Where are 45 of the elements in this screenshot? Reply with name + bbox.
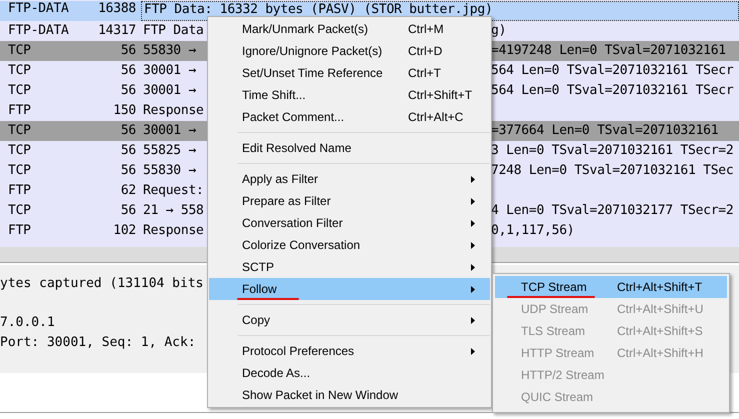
length-cell-text: 56 xyxy=(120,42,136,60)
protocol-cell-text: TCP xyxy=(7,82,32,100)
info-cell-text: g) xyxy=(491,22,506,40)
info-cell: 21 → 558 xyxy=(143,203,204,218)
length-cell-text: 62 xyxy=(120,182,136,200)
protocol-cell-text: TCP xyxy=(7,42,32,60)
info-cell: 30001 → xyxy=(143,83,196,98)
length-cell-text: 56 xyxy=(120,142,136,160)
info-cell-text: =4197248 Len=0 TSval=2071032161 xyxy=(491,42,726,60)
length-cell-text: 56 xyxy=(120,82,136,100)
info-cell-text: 564 Len=0 TSval=2071032161 TSecr xyxy=(491,82,734,100)
info-cell-text: Response xyxy=(143,102,204,120)
protocol-cell-text: FTP-DATA xyxy=(7,1,70,16)
protocol-cell-text: TCP xyxy=(7,202,32,220)
protocol-cell-text: FTP xyxy=(7,222,32,240)
protocol-cell-text: FTP xyxy=(7,102,32,120)
info-cell: FTP Data xyxy=(143,23,204,38)
info-cell-text: 564 Len=0 TSval=2071032161 TSecr xyxy=(491,62,734,80)
protocol-cell-text: FTP xyxy=(7,182,32,200)
length-cell-text: 56 xyxy=(120,202,136,220)
info-cell: 55825 → xyxy=(143,143,196,158)
length-cell-text: 16388 xyxy=(97,1,136,16)
info-cell-text: =377664 Len=0 TSval=2071032161 xyxy=(491,122,718,140)
protocol-cell-text: TCP xyxy=(7,62,32,80)
info-cell: 30001 → xyxy=(143,63,196,78)
info-cell: FTP Data: 16332 bytes (PASV) (STOR butter.jpg) xyxy=(144,2,493,17)
protocol-cell-text: TCP xyxy=(7,142,32,160)
info-cell-text: 4 Len=0 TSval=2071032177 TSecr=2 xyxy=(491,202,734,220)
info-cell: 55830 → xyxy=(143,43,196,58)
length-cell-text: 14317 xyxy=(97,22,136,40)
protocol-cell-text: TCP xyxy=(7,162,32,180)
info-cell-text: 0,1,117,56) xyxy=(491,222,574,240)
info-cell: Response xyxy=(143,223,204,238)
length-cell-text: 150 xyxy=(112,102,136,120)
length-cell-text: 56 xyxy=(120,122,136,140)
info-cell: 30001 → xyxy=(143,123,196,138)
protocol-cell-text: TCP xyxy=(7,122,32,140)
info-cell: 55830 → xyxy=(143,163,196,178)
length-cell-text: 102 xyxy=(112,222,136,240)
info-cell-text: 3 Len=0 TSval=2071032161 TSecr=2 xyxy=(491,142,734,160)
length-cell-text: 56 xyxy=(120,162,136,180)
protocol-cell-text: FTP-DATA xyxy=(7,22,70,40)
length-cell-text: 56 xyxy=(120,62,136,80)
info-cell-text: Request: xyxy=(143,182,204,200)
info-cell-text: 7248 Len=0 TSval=2071032161 TSec xyxy=(491,162,734,180)
